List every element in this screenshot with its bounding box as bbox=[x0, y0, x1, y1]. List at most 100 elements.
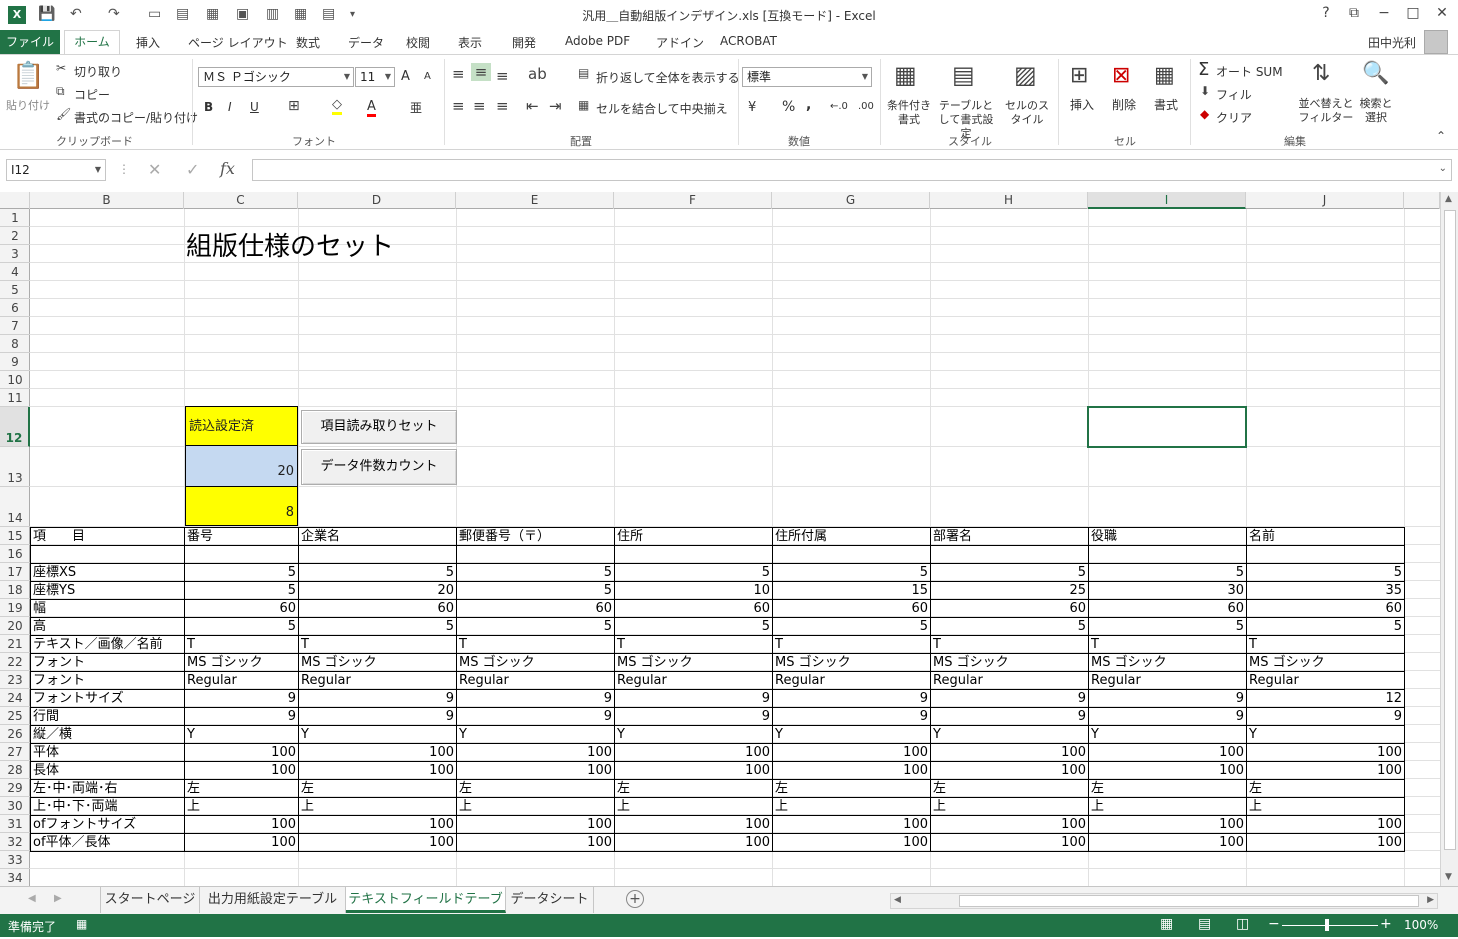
table-cell[interactable]: 5 bbox=[1088, 617, 1247, 636]
table-cell[interactable]: 9 bbox=[298, 707, 457, 726]
add-sheet-icon[interactable]: + bbox=[626, 890, 644, 908]
percent-button[interactable]: % bbox=[782, 99, 795, 115]
cut-button[interactable]: 切り取り bbox=[74, 63, 122, 80]
table-cell[interactable]: Regular bbox=[184, 671, 299, 690]
row-header[interactable]: 33 bbox=[0, 851, 30, 869]
row-header[interactable]: 15 bbox=[0, 527, 30, 545]
table-cell[interactable]: Regular bbox=[1246, 671, 1405, 690]
table-header-cell[interactable]: 郵便番号（〒） bbox=[456, 527, 615, 546]
row-header[interactable]: 1 bbox=[0, 209, 30, 227]
decrease-decimal-button[interactable]: .00 bbox=[858, 101, 874, 112]
tab-adobe-pdf[interactable]: Adobe PDF bbox=[565, 34, 630, 48]
table-cell[interactable]: 5 bbox=[1088, 563, 1247, 582]
row-header[interactable]: 7 bbox=[0, 317, 30, 335]
row-header[interactable]: 2 bbox=[0, 227, 30, 245]
align-right-icon[interactable]: ≡ bbox=[496, 97, 509, 115]
table-cell[interactable]: 9 bbox=[456, 689, 615, 708]
table-cell[interactable]: 9 bbox=[456, 707, 615, 726]
table-cell[interactable] bbox=[456, 545, 615, 564]
table-cell[interactable]: Regular bbox=[614, 671, 773, 690]
collapse-ribbon-icon[interactable]: ⌃ bbox=[1436, 129, 1446, 143]
avatar[interactable] bbox=[1424, 30, 1448, 54]
cancel-formula-icon[interactable]: ✕ bbox=[148, 160, 161, 179]
row-header[interactable]: 25 bbox=[0, 707, 30, 725]
table-row-label[interactable]: 左･中･両端･右 bbox=[30, 779, 185, 798]
scroll-up-icon[interactable]: ▲ bbox=[1445, 194, 1452, 204]
table-cell[interactable]: 100 bbox=[772, 833, 931, 852]
horizontal-scroll-thumb[interactable] bbox=[959, 895, 1419, 907]
user-name[interactable]: 田中光利 bbox=[1368, 34, 1416, 51]
tab-home[interactable]: ホーム bbox=[64, 30, 120, 55]
find-select-icon[interactable]: 🔍 bbox=[1362, 61, 1389, 86]
table-cell[interactable]: 100 bbox=[456, 743, 615, 762]
zoom-in-icon[interactable]: + bbox=[1380, 916, 1392, 932]
table-cell[interactable]: MS ゴシック bbox=[298, 653, 457, 672]
table-cell[interactable]: 60 bbox=[772, 599, 931, 618]
table-cell[interactable]: T bbox=[456, 635, 615, 654]
table-cell[interactable]: 60 bbox=[1088, 599, 1247, 618]
cell-styles-button[interactable]: セルのスタイル bbox=[1002, 99, 1052, 127]
format-cells-button[interactable]: 書式 bbox=[1154, 96, 1178, 113]
clear-button[interactable]: クリア bbox=[1216, 109, 1252, 126]
table-cell[interactable]: 100 bbox=[614, 761, 773, 780]
tab-data[interactable]: データ bbox=[348, 34, 384, 51]
table-cell[interactable]: 100 bbox=[1246, 833, 1405, 852]
zoom-slider[interactable] bbox=[1282, 925, 1378, 926]
format-painter-button[interactable]: 書式のコピー/貼り付け bbox=[74, 109, 198, 126]
table-cell[interactable]: 5 bbox=[930, 617, 1089, 636]
table-cell[interactable]: 9 bbox=[614, 707, 773, 726]
table-cell[interactable]: 100 bbox=[184, 761, 299, 780]
table-cell[interactable] bbox=[30, 545, 185, 564]
table-cell[interactable]: 100 bbox=[930, 743, 1089, 762]
column-header[interactable]: D bbox=[298, 192, 456, 209]
table-cell[interactable]: 100 bbox=[298, 761, 457, 780]
table-cell[interactable]: Y bbox=[1088, 725, 1247, 744]
table-header-cell[interactable]: 住所付属 bbox=[772, 527, 931, 546]
insert-cells-button[interactable]: 挿入 bbox=[1070, 96, 1094, 113]
select-all-corner[interactable] bbox=[0, 192, 30, 209]
table-cell[interactable]: 左 bbox=[456, 779, 615, 798]
row-header[interactable]: 31 bbox=[0, 815, 30, 833]
increase-decimal-button[interactable]: ←.0 bbox=[830, 101, 848, 112]
table-cell[interactable]: 5 bbox=[456, 581, 615, 600]
table-cell[interactable]: 60 bbox=[614, 599, 773, 618]
decrease-indent-icon[interactable]: ⇤ bbox=[526, 97, 539, 115]
row-header[interactable]: 23 bbox=[0, 671, 30, 689]
conditional-format-button[interactable]: 条件付き書式 bbox=[884, 99, 934, 127]
underline-button[interactable]: U bbox=[250, 100, 259, 114]
table-cell[interactable]: 9 bbox=[772, 689, 931, 708]
table-row-label[interactable]: フォント bbox=[30, 653, 185, 672]
tab-addins[interactable]: アドイン bbox=[656, 34, 704, 51]
delete-cells-button[interactable]: 削除 bbox=[1112, 96, 1136, 113]
table-cell[interactable]: 100 bbox=[184, 833, 299, 852]
sheet-tab-output-paper[interactable]: 出力用紙設定テーブル bbox=[200, 887, 346, 913]
grow-font-button[interactable]: A bbox=[401, 69, 410, 84]
row-header[interactable]: 30 bbox=[0, 797, 30, 815]
table-cell[interactable]: 12 bbox=[1246, 689, 1405, 708]
table-cell[interactable]: 100 bbox=[1088, 833, 1247, 852]
align-left-icon[interactable]: ≡ bbox=[452, 97, 465, 115]
row-header[interactable]: 9 bbox=[0, 353, 30, 371]
table-cell[interactable]: 100 bbox=[614, 743, 773, 762]
sort-filter-icon[interactable]: ⇅ bbox=[1312, 61, 1330, 86]
table-cell[interactable]: Regular bbox=[930, 671, 1089, 690]
normal-view-icon[interactable]: ▦ bbox=[1160, 916, 1173, 932]
table-header-cell[interactable]: 名前 bbox=[1246, 527, 1405, 546]
sort-filter-button[interactable]: 並べ替えとフィルター bbox=[1296, 97, 1356, 125]
row-header[interactable]: 12 bbox=[0, 407, 30, 447]
column-header[interactable]: B bbox=[30, 192, 184, 209]
column-header[interactable]: I bbox=[1088, 192, 1246, 209]
row-header[interactable]: 17 bbox=[0, 563, 30, 581]
table-cell[interactable]: 20 bbox=[298, 581, 457, 600]
table-cell[interactable]: 100 bbox=[298, 743, 457, 762]
table-cell[interactable]: 60 bbox=[930, 599, 1089, 618]
table-cell[interactable]: 100 bbox=[1246, 815, 1405, 834]
table-cell[interactable] bbox=[1088, 545, 1247, 564]
sheet-tab-text-field[interactable]: テキストフィールドテーブル bbox=[346, 887, 506, 933]
delete-cells-icon[interactable]: ⊠ bbox=[1112, 63, 1130, 88]
scroll-down-icon[interactable]: ▼ bbox=[1445, 872, 1452, 882]
orientation-icon[interactable]: ab bbox=[528, 65, 547, 83]
read-items-button[interactable]: 項目読み取りセット bbox=[301, 410, 457, 444]
table-cell[interactable]: T bbox=[1246, 635, 1405, 654]
table-cell[interactable]: 100 bbox=[1088, 743, 1247, 762]
